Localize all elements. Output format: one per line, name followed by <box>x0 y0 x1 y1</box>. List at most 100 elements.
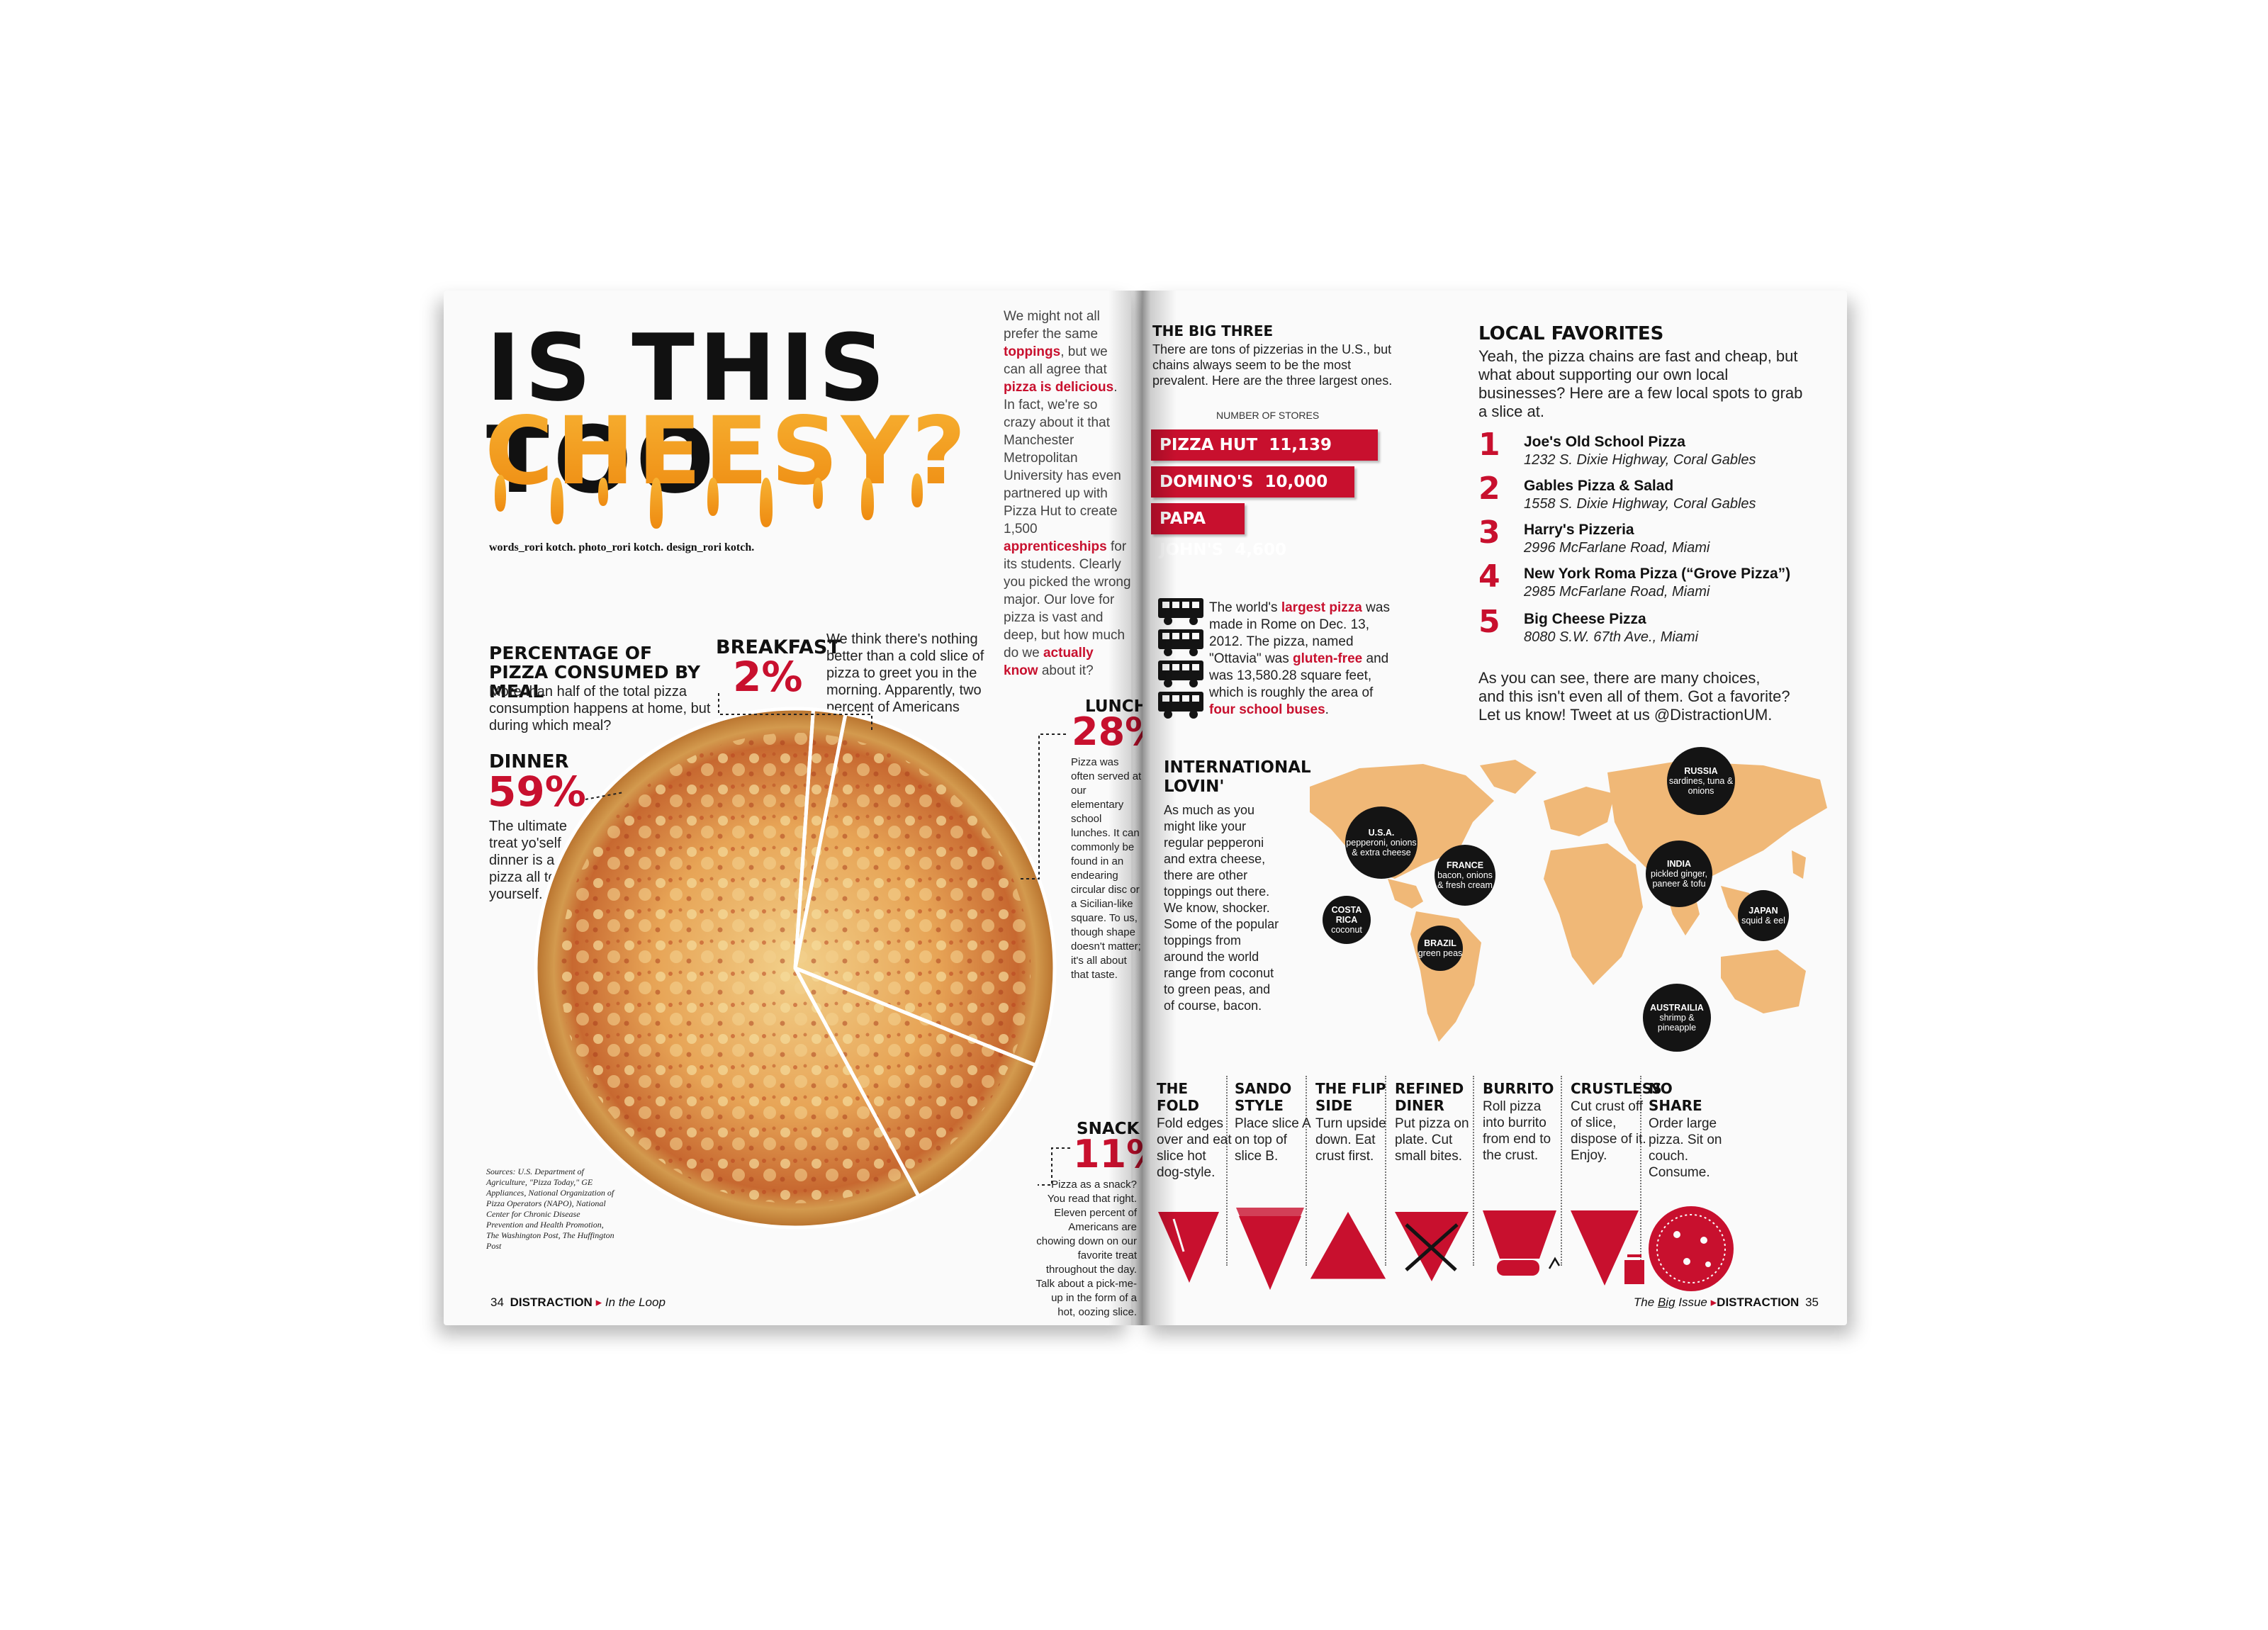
arrow-icon: ▸ <box>1710 1295 1717 1309</box>
style-burrito: BURRITO Roll pizza into burrito from end… <box>1483 1080 1559 1164</box>
style-title: REFINED DINER <box>1395 1080 1464 1114</box>
bubble-toppings: sardines, tuna & onions <box>1668 776 1734 796</box>
restaurant-address: 8080 S.W. 67th Ave., Miami <box>1524 629 1699 645</box>
style-title: CRUSTLESS <box>1571 1080 1662 1097</box>
style-text: Turn upside down. Eat crust first. <box>1315 1116 1386 1164</box>
page-number: 35 <box>1805 1295 1819 1309</box>
issue-name-part: The <box>1633 1295 1658 1309</box>
style-title: NO SHARE <box>1649 1080 1702 1114</box>
largest-highlight: four school buses <box>1209 702 1325 717</box>
bubble-russia: RUSSIA sardines, tuna & onions <box>1667 747 1735 815</box>
bubble-country: BRAZIL <box>1424 938 1456 948</box>
right-page: THE BIG THREE There are tons of pizzeria… <box>1143 291 1847 1325</box>
bubble-costa-rica: COSTA RICA coconut <box>1323 896 1371 944</box>
bubble-country: INDIA <box>1666 859 1692 869</box>
style-text: Put pizza on plate. Cut small bites. <box>1395 1116 1469 1164</box>
crustless-slice-icon <box>1571 1210 1644 1286</box>
whole-pizza-icon <box>1649 1206 1734 1291</box>
largest-text: . <box>1325 702 1329 717</box>
restaurant-name: New York Roma Pizza (“Grove Pizza”) <box>1524 566 1791 582</box>
bar-value-label: 11,139 <box>1269 436 1332 454</box>
style-title: THE FLIP SIDE <box>1315 1080 1386 1114</box>
bubble-usa: U.S.A. pepperoni, onions & extra cheese <box>1345 806 1418 879</box>
bubble-australia: AUSTRAILIA shrimp & pineapple <box>1643 984 1711 1052</box>
largest-highlight: largest pizza <box>1281 600 1362 615</box>
binding-gutter <box>1108 291 1177 1325</box>
issue-name-part: Big <box>1657 1295 1675 1309</box>
magazine-spread: IS THIS TOO CHEESY? words_rori kotch. ph… <box>444 291 1848 1325</box>
page-number: 34 <box>490 1295 504 1309</box>
restaurant-name: Harry's Pizzeria <box>1524 522 1634 538</box>
largest-highlight: gluten-free <box>1293 651 1363 666</box>
right-folio: The Big Issue ▸DISTRACTION 35 <box>1634 1295 1819 1310</box>
left-folio: 34 DISTRACTION ▸ In the Loop <box>490 1295 666 1310</box>
magazine-name: DISTRACTION <box>1717 1295 1800 1309</box>
style-text: Cut crust off of slice, dispose of it. E… <box>1571 1099 1646 1163</box>
list-number: 5 <box>1478 604 1500 640</box>
flipped-slice-icon <box>1310 1212 1386 1281</box>
style-text: Place slice A on top of slice B. <box>1235 1116 1310 1164</box>
bar-value-label: 10,000 <box>1264 473 1328 491</box>
local-favorites-heading: LOCAL FAVORITES <box>1478 323 1664 344</box>
local-favorites-list: 1 Joe's Old School Pizza 1232 S. Dixie H… <box>1478 429 1833 663</box>
bubble-toppings: coconut <box>1331 925 1362 935</box>
sources-note: Sources: U.S. Department of Agriculture,… <box>486 1167 614 1251</box>
bubble-country: U.S.A. <box>1368 828 1395 838</box>
magazine-name: DISTRACTION <box>510 1295 593 1309</box>
style-refined-diner: REFINED DINER Put pizza on plate. Cut sm… <box>1395 1080 1471 1164</box>
bubble-india: INDIA pickled ginger, paneer & tofu <box>1646 841 1712 907</box>
issue-name-part: Issue <box>1675 1295 1707 1309</box>
bar-value-label: 4,600 <box>1235 541 1286 559</box>
restaurant-name: Joe's Old School Pizza <box>1524 434 1685 450</box>
largest-text: The world's <box>1209 600 1281 615</box>
style-sando: SANDO STYLE Place slice A on top of slic… <box>1235 1080 1311 1164</box>
bubble-toppings: green peas <box>1418 948 1463 958</box>
big-three-text: There are tons of pizzerias in the U.S.,… <box>1152 342 1393 388</box>
section-name: In the Loop <box>605 1295 666 1309</box>
list-number: 1 <box>1478 427 1500 463</box>
bubble-country: AUSTRAILIA <box>1650 1003 1704 1013</box>
arrow-icon: ▸ <box>595 1295 602 1309</box>
style-flip-side: THE FLIP SIDE Turn upside down. Eat crus… <box>1315 1080 1392 1164</box>
issue-name: The Big Issue <box>1634 1295 1707 1309</box>
local-favorites-outro: As you can see, there are many choices, … <box>1478 669 1790 724</box>
bubble-toppings: bacon, onions & fresh cream <box>1437 870 1493 890</box>
bar-domino-s: DOMINO'S 10,000 <box>1151 466 1354 498</box>
restaurant-address: 1232 S. Dixie Highway, Coral Gables <box>1524 452 1756 468</box>
stacked-slice-icon <box>1236 1208 1304 1290</box>
restaurant-address: 2996 McFarlane Road, Miami <box>1524 540 1710 556</box>
restaurant-name: Gables Pizza & Salad <box>1524 478 1674 494</box>
largest-pizza-text: The world's largest pizza was made in Ro… <box>1209 600 1398 719</box>
bubble-country: FRANCE <box>1446 860 1484 870</box>
bubble-toppings: pepperoni, onions & extra cheese <box>1346 838 1417 858</box>
bubble-country: COSTA RICA <box>1331 905 1362 925</box>
style-crustless: CRUSTLESS Cut crust off of slice, dispos… <box>1571 1080 1662 1164</box>
style-no-share: NO SHARE Order large pizza. Sit on couch… <box>1649 1080 1731 1181</box>
bubble-brazil: BRAZIL green peas <box>1418 926 1463 971</box>
bubble-country: RUSSIA <box>1684 766 1718 776</box>
restaurant-address: 1558 S. Dixie Highway, Coral Gables <box>1524 496 1756 512</box>
fork-knife-slice-icon <box>1395 1212 1469 1281</box>
bubble-toppings: squid & eel <box>1741 916 1785 926</box>
big-three-bar-chart: PIZZA HUT 11,139 DOMINO'S 10,000 PAPA JOHN'S… <box>1143 429 1398 559</box>
restaurant-name: Big Cheese Pizza <box>1524 611 1646 627</box>
bar-pizza-hut: PIZZA HUT 11,139 <box>1151 429 1378 461</box>
bubble-france: FRANCE bacon, onions & fresh cream <box>1435 845 1495 906</box>
bubble-japan: JAPAN squid & eel <box>1738 890 1789 941</box>
style-text: Order large pizza. Sit on couch. Consume… <box>1649 1116 1722 1180</box>
restaurant-address: 2985 McFarlane Road, Miami <box>1524 584 1710 600</box>
local-favorites-intro: Yeah, the pizza chains are fast and chea… <box>1478 347 1803 420</box>
burrito-roll-icon <box>1483 1210 1561 1276</box>
style-title: BURRITO <box>1483 1080 1554 1097</box>
list-number: 2 <box>1478 471 1500 507</box>
bubble-country: JAPAN <box>1748 906 1778 916</box>
bar-axis-label: NUMBER OF STORES <box>1216 410 1320 421</box>
bubble-toppings: pickled ginger, paneer & tofu <box>1651 869 1707 889</box>
international-text: As much as you might like your regular p… <box>1164 803 1279 1013</box>
list-number: 3 <box>1478 515 1500 551</box>
style-text: Roll pizza into burrito from end to the … <box>1483 1099 1551 1163</box>
left-page: IS THIS TOO CHEESY? words_rori kotch. ph… <box>444 291 1164 1325</box>
list-number: 4 <box>1478 558 1500 595</box>
bubble-toppings: shrimp & pineapple <box>1657 1013 1697 1033</box>
style-title: SANDO STYLE <box>1235 1080 1292 1114</box>
